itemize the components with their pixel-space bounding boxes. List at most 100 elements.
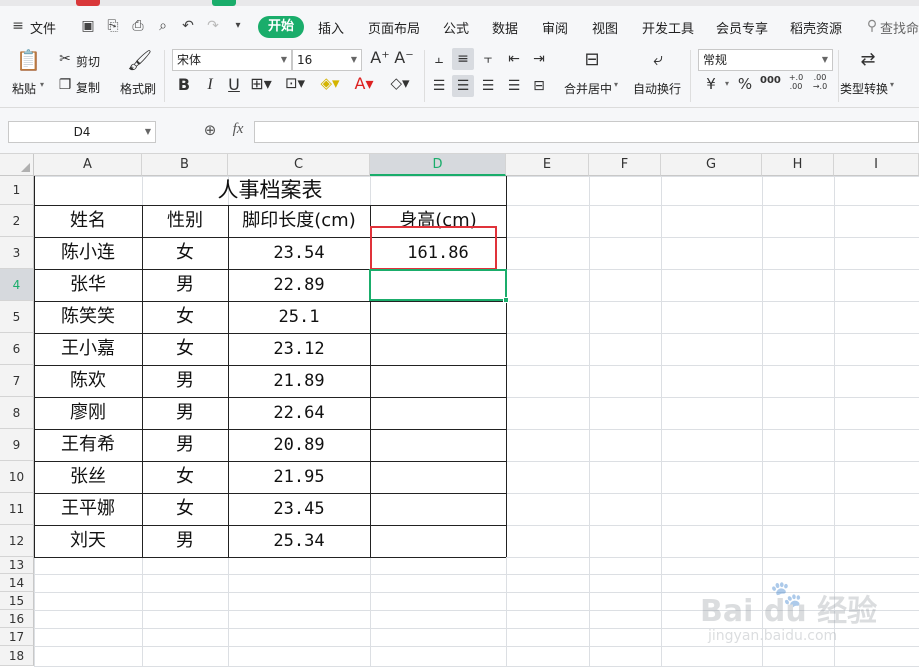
paste-dropdown-icon[interactable]: ▾ [40,80,44,89]
foot-length-cell[interactable]: 23.54 [228,237,370,269]
quick-access-dropdown-icon[interactable]: ▾ [230,18,246,34]
column-header-b[interactable]: B [142,154,228,176]
row-header-17[interactable]: 17 [0,628,34,646]
decrease-decimal-button[interactable]: .00 →.0 [810,73,830,92]
row-header-6[interactable]: 6 [0,333,34,365]
gender-cell[interactable]: 女 [142,301,228,333]
export-pdf-icon[interactable]: ⎘ [105,18,121,34]
foot-length-cell[interactable]: 23.45 [228,493,370,525]
align-center-icon[interactable]: ☰ [455,79,471,93]
merge-center-icon[interactable]: ⊟ [580,51,604,69]
tab-docer[interactable]: 稻壳资源 [790,18,842,37]
gender-cell[interactable]: 男 [142,269,228,301]
select-all-corner[interactable] [0,154,34,176]
row-header-1[interactable]: 1 [0,176,34,205]
column-header-i[interactable]: I [834,154,919,176]
search-command[interactable]: 查找命 [880,18,919,37]
wrap-text-icon[interactable]: ⤶ [646,51,670,69]
gender-cell[interactable]: 女 [142,493,228,525]
row-header-10[interactable]: 10 [0,461,34,493]
gender-cell[interactable]: 女 [142,333,228,365]
tab-developer[interactable]: 开发工具 [642,18,694,37]
increase-indent-icon[interactable]: ⇥ [531,52,547,66]
undo-icon[interactable]: ↶ [180,18,196,34]
font-size-select[interactable]: 16 ▼ [292,49,362,71]
formula-input[interactable] [254,121,919,143]
row-header-18[interactable]: 18 [0,646,34,666]
row-header-2[interactable]: 2 [0,205,34,237]
row-header-16[interactable]: 16 [0,610,34,628]
row-header-3[interactable]: 3 [0,237,34,269]
name-cell[interactable]: 王平娜 [34,493,142,525]
increase-decimal-button[interactable]: +.0 .00 [786,73,806,92]
copy-button[interactable]: 复制 [76,79,100,96]
print-icon[interactable]: ⎙ [130,18,146,34]
italic-button[interactable]: I [202,77,218,93]
scissors-icon[interactable]: ✂ [56,52,74,66]
gender-cell[interactable]: 男 [142,365,228,397]
active-cell-selection[interactable] [369,269,509,303]
type-convert-button[interactable]: 类型转换 [840,80,888,97]
name-cell[interactable]: 王小嘉 [34,333,142,365]
height-cell[interactable] [370,525,506,557]
tab-insert[interactable]: 插入 [318,18,344,37]
chevron-down-icon[interactable]: ▼ [145,122,151,142]
tab-review[interactable]: 审阅 [542,18,568,37]
save-icon[interactable]: ▣ [80,18,96,34]
copy-icon[interactable]: ❐ [56,78,74,92]
tab-page-layout[interactable]: 页面布局 [368,18,420,37]
format-painter-button[interactable]: 格式刷 [120,80,156,97]
height-cell[interactable] [370,493,506,525]
increase-font-icon[interactable]: A⁺ [370,50,390,66]
height-cell[interactable] [370,333,506,365]
justify-icon[interactable]: ☰ [506,79,522,93]
name-cell[interactable]: 张丝 [34,461,142,493]
decrease-font-icon[interactable]: A⁻ [394,50,414,66]
format-painter-icon[interactable]: 🖌 [127,50,152,70]
type-convert-dropdown-icon[interactable]: ▾ [890,80,894,89]
print-preview-icon[interactable]: ⌕ [155,18,171,34]
foot-length-cell[interactable]: 25.34 [228,525,370,557]
gender-cell[interactable]: 男 [142,525,228,557]
header-cell[interactable]: 脚印长度(cm) [228,205,370,237]
gender-cell[interactable]: 男 [142,429,228,461]
foot-length-cell[interactable]: 25.1 [228,301,370,333]
thousands-button[interactable]: 000 [760,76,781,86]
name-cell[interactable]: 陈小连 [34,237,142,269]
row-header-7[interactable]: 7 [0,365,34,397]
bold-button[interactable]: B [176,77,192,93]
height-cell[interactable] [370,301,506,333]
header-cell[interactable]: 姓名 [34,205,142,237]
row-header-14[interactable]: 14 [0,574,34,592]
row-header-13[interactable]: 13 [0,557,34,574]
foot-length-cell[interactable]: 20.89 [228,429,370,461]
foot-length-cell[interactable]: 21.95 [228,461,370,493]
align-top-icon[interactable]: ⫠ [431,52,447,66]
align-left-icon[interactable]: ☰ [431,79,447,93]
gender-cell[interactable]: 女 [142,461,228,493]
column-header-h[interactable]: H [762,154,834,176]
font-name-select[interactable]: 宋体 ▼ [172,49,292,71]
name-cell[interactable]: 廖刚 [34,397,142,429]
gender-cell[interactable]: 女 [142,237,228,269]
row-header-15[interactable]: 15 [0,592,34,610]
fill-handle[interactable] [503,297,509,303]
row-header-4[interactable]: 4 [0,269,34,301]
header-cell[interactable]: 性别 [142,205,228,237]
paste-icon[interactable]: 📋 [16,50,41,70]
foot-length-cell[interactable]: 23.12 [228,333,370,365]
row-header-11[interactable]: 11 [0,493,34,525]
currency-dropdown-icon[interactable]: ▾ [722,80,732,88]
align-bottom-icon[interactable]: ⫟ [480,52,496,66]
hamburger-menu-icon[interactable]: ≡ [10,18,26,34]
font-color-icon[interactable]: A▾ [352,76,376,92]
column-header-a[interactable]: A [34,154,142,176]
tab-formulas[interactable]: 公式 [443,18,469,37]
column-header-e[interactable]: E [506,154,589,176]
foot-length-cell[interactable]: 22.64 [228,397,370,429]
name-cell[interactable]: 王有希 [34,429,142,461]
column-header-f[interactable]: F [589,154,661,176]
underline-button[interactable]: U [226,77,242,93]
foot-length-cell[interactable]: 22.89 [228,269,370,301]
cell-style-icon[interactable]: ⊡▾ [284,76,306,91]
